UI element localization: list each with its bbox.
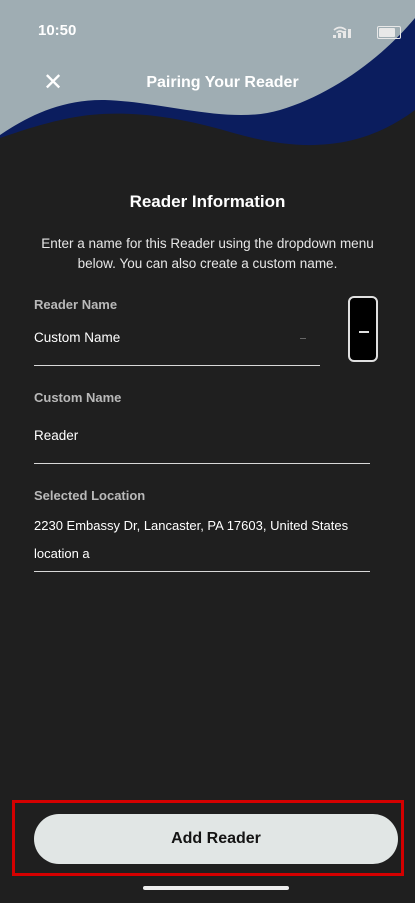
reader-name-value: Custom Name	[34, 330, 121, 345]
wifi-icon	[333, 26, 371, 38]
location-address: 2230 Embassy Dr, Lancaster, PA 17603, Un…	[34, 518, 349, 533]
selected-location-label: Selected Location	[34, 488, 146, 503]
custom-name-input[interactable]: Reader	[34, 418, 370, 466]
custom-name-label: Custom Name	[34, 390, 122, 405]
dropdown-caret-icon	[300, 338, 306, 339]
add-reader-button[interactable]: Add Reader	[34, 814, 398, 864]
instructions-text: Enter a name for this Reader using the d…	[41, 236, 374, 271]
page-title: Pairing Your Reader	[146, 74, 299, 91]
reader-name-label: Reader Name	[34, 297, 118, 312]
status-time: 10:50	[38, 22, 77, 39]
card-reader-icon	[348, 296, 378, 362]
custom-name-value: Reader	[34, 428, 79, 443]
reader-name-dropdown[interactable]: Custom Name	[34, 318, 320, 366]
location-name: location a	[34, 546, 90, 561]
battery-icon	[377, 26, 401, 39]
status-icons	[333, 26, 401, 39]
header-banner: 10:50 ✕ Pairing Your Reader	[0, 0, 415, 170]
custom-name-underline	[34, 463, 370, 464]
home-indicator	[143, 886, 289, 890]
reader-name-underline	[34, 365, 320, 366]
section-title: Reader Information	[129, 192, 286, 211]
location-underline	[34, 571, 370, 572]
